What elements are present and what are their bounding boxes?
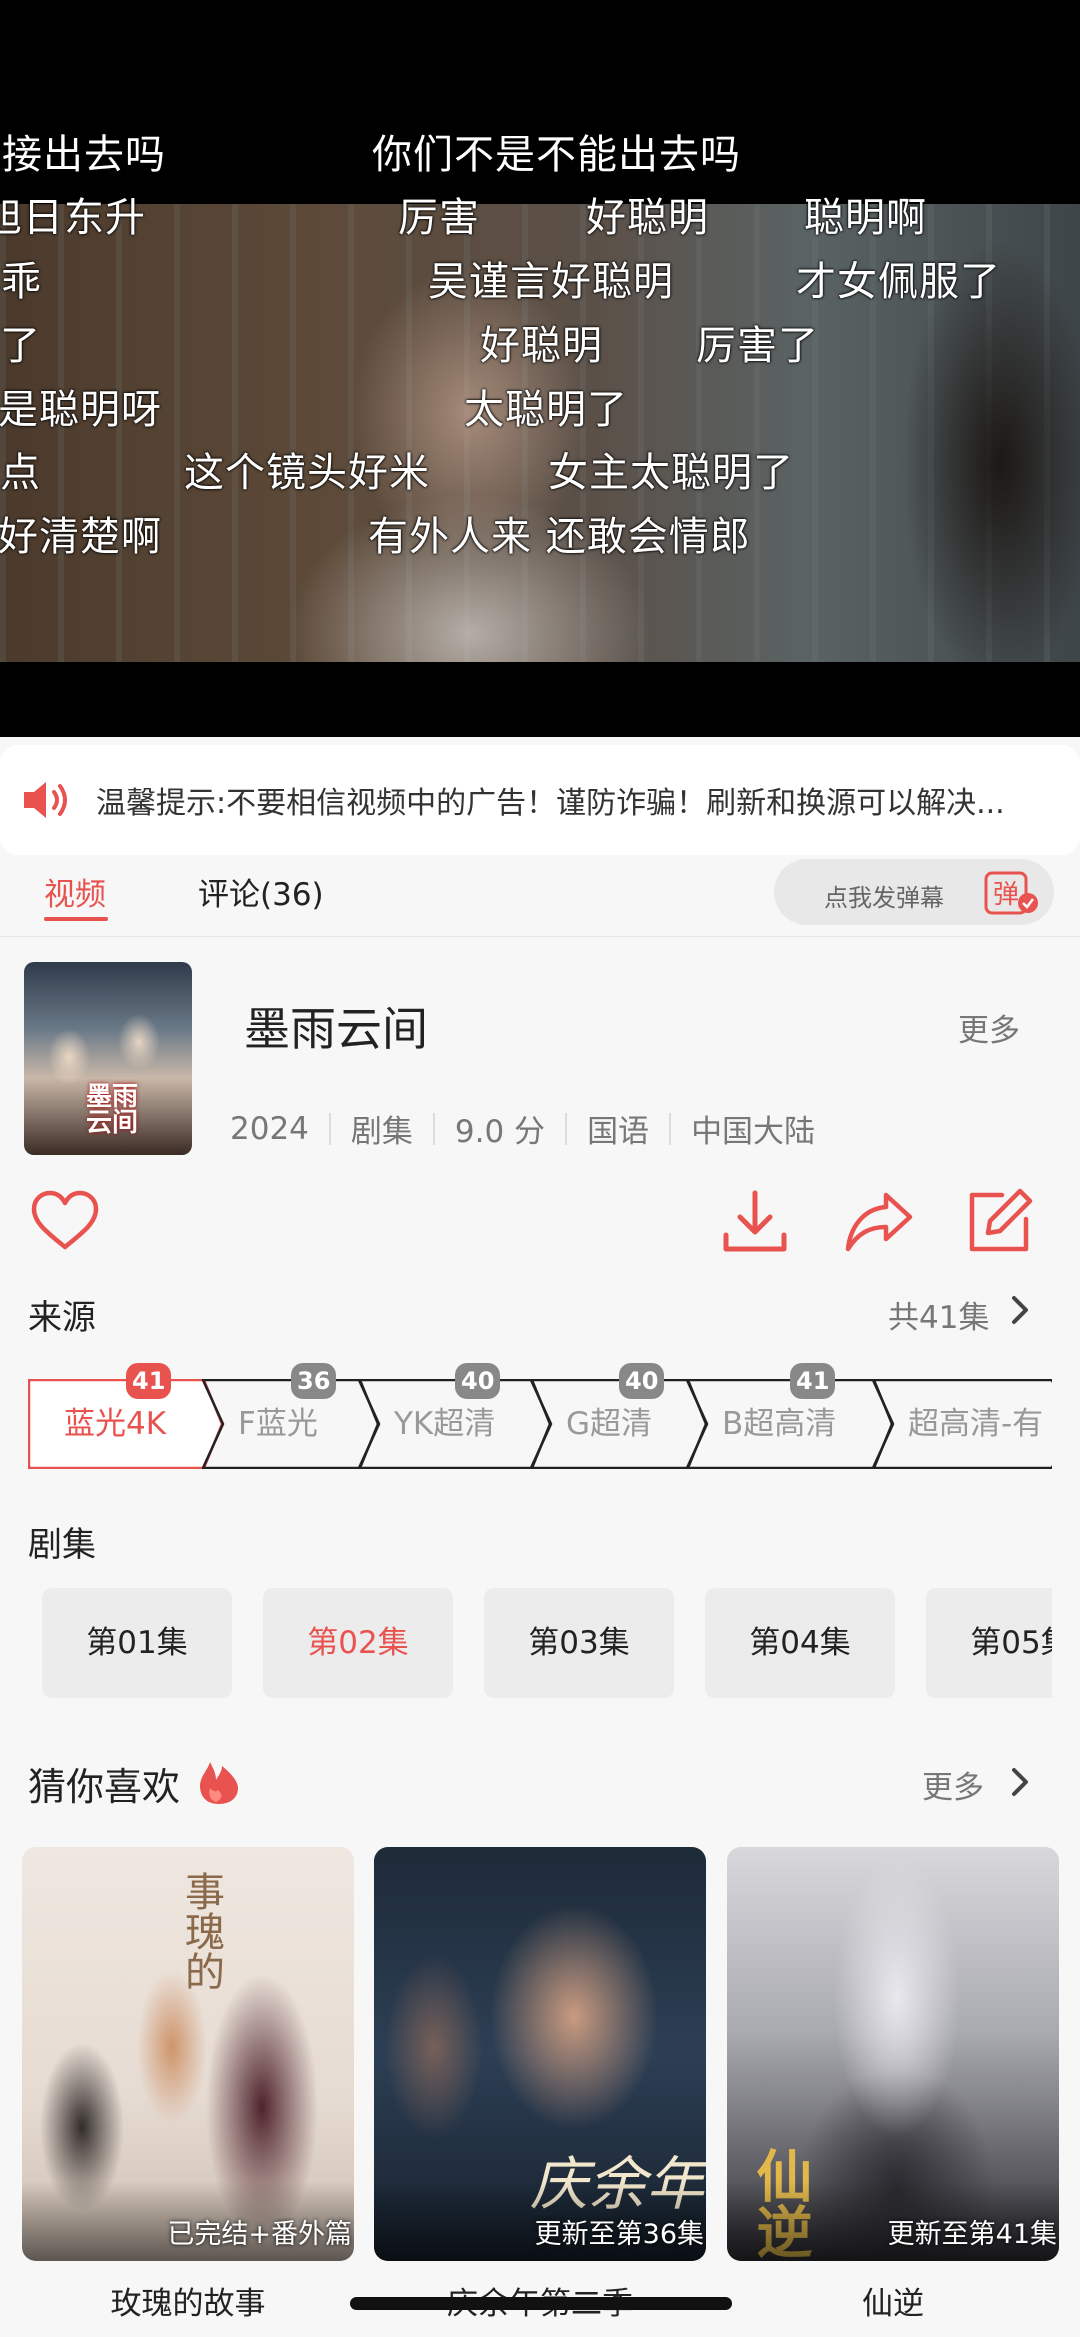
edit-icon[interactable] [962, 1185, 1036, 1259]
danmaku-comment: 好聪明 [480, 323, 603, 369]
meta-type: 剧集 [350, 1114, 413, 1150]
source-tab-label: 超高清-有 [908, 1406, 1044, 1442]
episode-button[interactable]: 第03集 [484, 1588, 674, 1698]
danmaku-comment: 旭日东升 [0, 195, 146, 241]
meta-divider [669, 1112, 672, 1145]
source-list: 蓝光4K 41 F蓝光 36 YK超清 40 G超清 40 B超高清 41 超高清-有 [28, 1355, 1052, 1475]
show-poster: 墨雨云间 [24, 962, 192, 1155]
fire-icon [200, 1762, 238, 1804]
video-player[interactable]: 接出去吗你们不是不能出去吗旭日东升厉害好聪明聪明啊乖乖吴谨言好聪明才女佩服了了好… [0, 0, 1080, 737]
source-episode-count-badge: 40 [619, 1363, 665, 1399]
source-tab[interactable]: B超高清 41 [686, 1363, 894, 1469]
source-episode-count-badge: 41 [790, 1363, 836, 1399]
notice-bar[interactable]: 温馨提示:不要相信视频中的广告！谨防诈骗！刷新和换源可以解决... [0, 745, 1080, 855]
send-danmaku-placeholder: 点我发弹幕 [824, 884, 944, 912]
source-tab[interactable]: 超高清-有 [872, 1379, 1052, 1469]
source-episode-count-badge: 40 [455, 1363, 501, 1399]
danmaku-icon-char: 弹 [993, 880, 1019, 910]
source-episode-count-badge: 41 [126, 1363, 172, 1399]
card-status-tag: 更新至第36集 [534, 2219, 704, 2250]
recommendation-card[interactable]: 仙逆 更新至第41集 [727, 1847, 1059, 2261]
tab-video[interactable]: 视频 [44, 869, 106, 914]
sources-count[interactable]: 共41集 [888, 1292, 989, 1337]
meta-year: 2024 [230, 1110, 309, 1147]
danmaku-comment: 好清楚啊 [0, 514, 162, 560]
show-title: 墨雨云间 [244, 1002, 428, 1056]
card-status-tag: 已完结+番外篇 [167, 2219, 352, 2250]
meta-divider [328, 1112, 331, 1145]
app-page: 接出去吗你们不是不能出去吗旭日东升厉害好聪明聪明啊乖乖吴谨言好聪明才女佩服了了好… [0, 0, 1080, 2337]
danmaku-comment: 了 [0, 323, 41, 369]
recommendations-title: 猜你喜欢 [28, 1765, 181, 1809]
card-poster-art: 事瑰的 [178, 1871, 224, 1991]
show-meta: 2024 剧集 9.0 分 国语 中国大陆 [230, 1106, 815, 1151]
episode-button[interactable]: 第04集 [705, 1588, 895, 1698]
danmaku-comment: 点 [0, 450, 41, 496]
episodes-label: 剧集 [28, 1525, 96, 1565]
danmaku-comment: 太聪明了 [464, 387, 628, 433]
danmaku-comment: 好聪明 [586, 195, 709, 241]
episode-button[interactable]: 第02集 [263, 1588, 453, 1698]
notice-text: 温馨提示:不要相信视频中的广告！谨防诈骗！刷新和换源可以解决... [96, 786, 1005, 821]
recommendation-card[interactable]: 事瑰的 已完结+番外篇 [22, 1847, 354, 2261]
danmaku-icon[interactable]: 弹 [984, 871, 1040, 915]
meta-divider [565, 1112, 568, 1145]
episode-list: 第01集第02集第03集第04集第05集 [42, 1588, 1052, 1698]
meta-language: 国语 [587, 1114, 650, 1150]
episode-button[interactable]: 第05集 [926, 1588, 1052, 1698]
danmaku-comment: 吴谨言好聪明 [428, 259, 674, 305]
speaker-icon [24, 782, 67, 818]
poster-title-art: 墨雨云间 [86, 1082, 139, 1138]
source-tab[interactable]: F蓝光 36 [202, 1363, 380, 1469]
card-title[interactable]: 玫瑰的故事 [22, 2278, 354, 2323]
recommendation-card[interactable]: 庆余年 更新至第36集 [374, 1847, 706, 2261]
danmaku-comment: 这个镜头好米 [184, 450, 430, 496]
download-icon[interactable] [718, 1185, 792, 1259]
danmaku-comment: 厉害了 [696, 323, 819, 369]
send-danmaku-input[interactable]: 点我发弹幕 弹 [774, 859, 1054, 925]
chevron-right-icon[interactable] [1008, 1292, 1032, 1328]
card-title[interactable]: 仙逆 [727, 2278, 1059, 2323]
episode-button[interactable]: 第01集 [42, 1588, 232, 1698]
danmaku-comment: 才女佩服了 [796, 259, 1001, 305]
recommendations-more-link[interactable]: 更多 [922, 1762, 984, 1807]
danmaku-comment: 你们不是不能出去吗 [372, 132, 741, 178]
card-status-tag: 更新至第41集 [887, 2219, 1057, 2250]
danmaku-comment: 有外人来 还敢会情郎 [368, 514, 751, 560]
show-more-link[interactable]: 更多 [958, 1005, 1020, 1050]
favorite-heart-icon[interactable] [28, 1185, 102, 1259]
home-indicator[interactable] [350, 2297, 732, 2310]
danmaku-comment: 厉害 [398, 195, 480, 241]
meta-region: 中国大陆 [691, 1114, 816, 1150]
meta-divider [432, 1112, 435, 1145]
danmaku-comment: 是聪明呀 [0, 387, 162, 433]
tab-video-underline [44, 917, 108, 921]
source-tab[interactable]: 蓝光4K 41 [28, 1363, 224, 1469]
share-icon[interactable] [842, 1185, 916, 1259]
tab-bar: 视频 评论(36) 点我发弹幕 弹 [0, 855, 1080, 937]
source-tab[interactable]: G超清 40 [530, 1363, 708, 1469]
source-episode-count-badge: 36 [291, 1363, 337, 1399]
sources-label: 来源 [28, 1298, 96, 1338]
source-tab[interactable]: YK超清 40 [358, 1363, 552, 1469]
meta-score: 9.0 分 [454, 1114, 546, 1150]
tab-comments[interactable]: 评论(36) [198, 869, 324, 914]
danmaku-comment: 接出去吗 [2, 132, 166, 178]
danmaku-comment: 乖乖 [0, 259, 42, 305]
danmaku-comment: 女主太聪明了 [548, 450, 794, 496]
chevron-right-icon[interactable] [1008, 1764, 1032, 1800]
danmaku-comment: 聪明啊 [804, 195, 927, 241]
